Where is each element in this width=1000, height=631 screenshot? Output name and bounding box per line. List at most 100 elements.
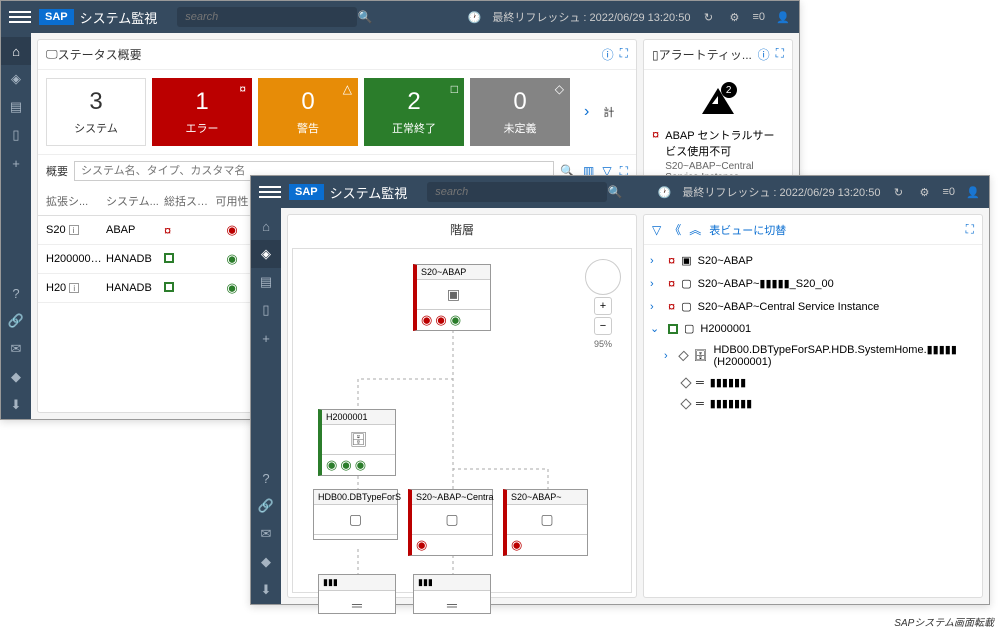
tree-item[interactable]: ⌄ ▢ H2000001	[648, 318, 978, 339]
info-icon[interactable]: i	[69, 225, 79, 235]
zoom-out-button[interactable]: −	[594, 317, 612, 335]
message-indicator[interactable]: ≡0	[752, 11, 765, 23]
node-h2000001[interactable]: H2000001 🗄 ◉◉◉	[318, 409, 396, 476]
sap-logo: SAP	[289, 184, 324, 200]
nav-home-icon[interactable]: ⌂	[1, 37, 31, 65]
pan-compass[interactable]	[585, 259, 621, 295]
nav-download-icon[interactable]: ⬇	[1, 391, 31, 419]
info-icon[interactable]: ⓘ	[602, 46, 614, 63]
diamond-icon	[679, 350, 690, 361]
chevron-down-icon[interactable]: ⌄	[650, 322, 662, 335]
tree-item[interactable]: › ¤ ▢ S20~ABAP~▮▮▮▮▮_S20_00	[648, 272, 978, 295]
search-input[interactable]	[177, 7, 357, 27]
diamond-icon	[680, 377, 691, 388]
nav-mail-icon[interactable]: ✉	[251, 520, 281, 548]
status-ok-icon	[668, 324, 678, 334]
col-header[interactable]: 拡張シ...	[46, 193, 106, 209]
chevron-right-icon[interactable]: ›	[650, 278, 662, 290]
nav-add-icon[interactable]: +	[1, 149, 31, 177]
node-s20-abap[interactable]: S20~ABAP ▣ ◉◉◉	[413, 264, 491, 331]
menu-icon[interactable]	[9, 6, 31, 28]
filter-icon[interactable]: ▽	[652, 223, 661, 237]
col-header[interactable]: 可用性	[214, 193, 254, 209]
app-title: システム監視	[330, 183, 408, 202]
tree-item[interactable]: › 🗄 HDB00.DBTypeForSAP.HDB.SystemHome.▮▮…	[648, 339, 978, 372]
alert-badge: 2	[721, 82, 737, 98]
tile-ok[interactable]: □ 2 正常終了	[364, 78, 464, 146]
diagram-canvas[interactable]: S20~ABAP ▣ ◉◉◉ H2000001 🗄 ◉◉◉ HDB00.DBTy…	[292, 248, 632, 593]
nav-mail-icon[interactable]: ✉	[1, 335, 31, 363]
nav-link-icon[interactable]: 🔗	[1, 307, 31, 335]
node-blank-1[interactable]: ▮▮▮═	[318, 574, 396, 614]
ok-icon: □	[451, 82, 458, 96]
refresh-timestamp: 最終リフレッシュ : 2022/06/29 13:20:50	[492, 9, 690, 25]
tile-undefined[interactable]: ◇ 0 未定義	[470, 78, 570, 146]
node-abap-inst[interactable]: S20~ABAP~ ▢ ◉	[503, 489, 588, 556]
chevron-right-icon[interactable]: ›	[650, 255, 662, 267]
info-icon[interactable]: i	[69, 283, 79, 293]
doc-icon: ▢	[681, 277, 691, 290]
alert-title[interactable]: ABAP セントラルサービス使用不可	[665, 127, 784, 159]
refresh-icon[interactable]: ↻	[700, 9, 716, 25]
nav-tag-icon[interactable]: ◆	[251, 548, 281, 576]
node-hdb00[interactable]: HDB00.DBTypeForS ▢	[313, 489, 398, 540]
availability-error-icon: ◉	[226, 222, 237, 237]
user-icon[interactable]: 👤	[965, 184, 981, 200]
message-indicator[interactable]: ≡0	[942, 186, 955, 198]
expand-all-icon[interactable]: ︽	[689, 221, 701, 238]
nav-tag-icon[interactable]: ◆	[1, 363, 31, 391]
col-header[interactable]: システム...	[106, 193, 164, 209]
nav-help-icon[interactable]: ?	[1, 279, 31, 307]
tree-item[interactable]: ═ ▮▮▮▮▮▮▮	[648, 393, 978, 414]
search-icon[interactable]: 🔍	[357, 9, 373, 25]
nav-add-icon[interactable]: +	[251, 324, 281, 352]
nav-doc-icon[interactable]: ▯	[1, 121, 31, 149]
refresh-icon[interactable]: ↻	[890, 184, 906, 200]
tree-item[interactable]: › ¤ ▣ S20~ABAP	[648, 249, 978, 272]
search-input[interactable]	[427, 182, 607, 202]
node-blank-2[interactable]: ▮▮▮═	[413, 574, 491, 614]
nav-doc-icon[interactable]: ▯	[251, 296, 281, 324]
tile-warning[interactable]: △ 0 警告	[258, 78, 358, 146]
switch-view-link[interactable]: 表ビューに切替	[709, 222, 786, 238]
expand-icon[interactable]: ⛶	[776, 46, 784, 63]
tiles-next-icon[interactable]: ›	[576, 103, 597, 121]
collapse-icon[interactable]: 《	[669, 221, 681, 238]
tree-item[interactable]: ═ ▮▮▮▮▮▮	[648, 372, 978, 393]
user-icon[interactable]: 👤	[775, 9, 791, 25]
undefined-icon: ◇	[555, 82, 564, 96]
nav-list-icon[interactable]: ▤	[1, 93, 31, 121]
menu-icon[interactable]	[259, 181, 281, 203]
nav-list-icon[interactable]: ▤	[251, 268, 281, 296]
nav-layers-icon[interactable]: ◈	[1, 65, 31, 93]
availability-ok-icon: ◉	[226, 251, 237, 266]
hierarchy-panel: 階層 S20~ABAP ▣	[287, 214, 637, 598]
hierarchy-title: 階層	[288, 215, 636, 244]
nav-help-icon[interactable]: ?	[251, 464, 281, 492]
expand-icon[interactable]: ⛶	[620, 46, 628, 63]
tile-system[interactable]: 3 システム	[46, 78, 146, 146]
search-icon[interactable]: 🔍	[607, 184, 623, 200]
nav-download-icon[interactable]: ⬇	[251, 576, 281, 604]
col-header[interactable]: 総括ステ...	[164, 193, 214, 209]
gear-icon[interactable]: ⚙	[726, 9, 742, 25]
nav-link-icon[interactable]: 🔗	[251, 492, 281, 520]
host-icon: ═	[696, 377, 704, 389]
alert-panel-icon: ▯	[652, 48, 659, 62]
status-error-icon: ¤	[164, 223, 171, 238]
chevron-right-icon[interactable]: ›	[650, 301, 662, 313]
chevron-right-icon[interactable]: ›	[664, 350, 674, 362]
tree-item[interactable]: › ¤ ▢ S20~ABAP~Central Service Instance	[648, 295, 978, 318]
gear-icon[interactable]: ⚙	[916, 184, 932, 200]
doc-icon: ▢	[681, 300, 691, 313]
expand-icon[interactable]: ⛶	[966, 222, 974, 237]
node-central[interactable]: S20~ABAP~Centra ▢ ◉	[408, 489, 493, 556]
tile-error[interactable]: ¤ 1 エラー	[152, 78, 252, 146]
nav-layers-icon[interactable]: ◈	[251, 240, 281, 268]
info-icon[interactable]: ⓘ	[758, 46, 770, 63]
app-title: システム監視	[80, 8, 158, 27]
nav-home-icon[interactable]: ⌂	[251, 212, 281, 240]
panel-title: ステータス概要	[58, 46, 142, 63]
doc-icon: ▢	[684, 322, 694, 335]
zoom-in-button[interactable]: +	[594, 297, 612, 315]
